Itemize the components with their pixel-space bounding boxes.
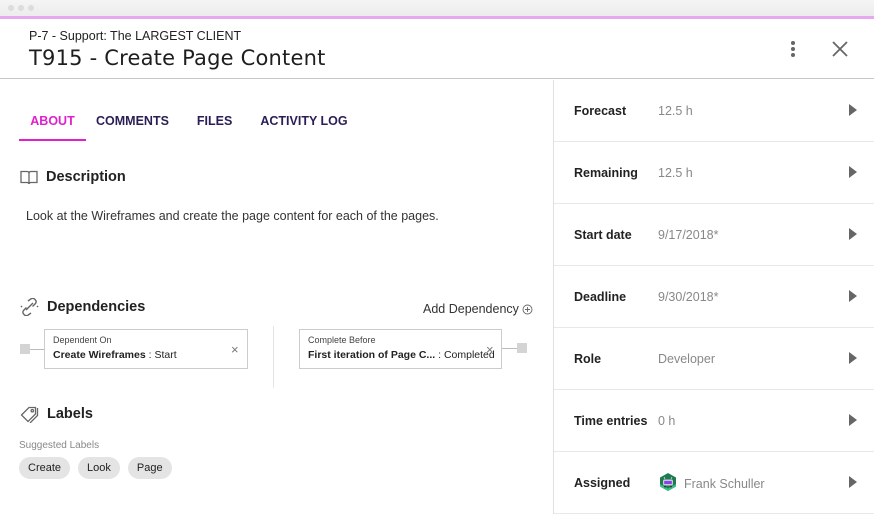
detail-value: 9/17/2018* [658, 228, 719, 242]
label-chip-look[interactable]: Look [78, 457, 120, 479]
play-arrow-icon[interactable] [849, 352, 857, 364]
detail-label: Start date [574, 228, 632, 242]
play-arrow-icon[interactable] [849, 476, 857, 488]
dependency-type: Complete Before [308, 335, 376, 345]
task-details-panel: Forecast 12.5 h Remaining 12.5 h Start d… [553, 80, 874, 514]
dependency-card-dependent-on[interactable]: Dependent On Create Wireframes : Start × [44, 329, 248, 369]
suggested-labels-list: Create Look Page [19, 457, 172, 479]
dependency-card-complete-before[interactable]: Complete Before First iteration of Page … [299, 329, 502, 369]
detail-row-deadline[interactable]: Deadline 9/30/2018* [554, 266, 874, 328]
play-arrow-icon[interactable] [849, 166, 857, 178]
tab-activity-log[interactable]: ACTIVITY LOG [260, 106, 347, 141]
dependency-connector-line [502, 348, 517, 349]
add-dependency-label: Add Dependency [423, 302, 519, 316]
detail-label: Time entries [574, 414, 648, 428]
dependency-status: : Start [148, 349, 177, 361]
detail-row-time-entries[interactable]: Time entries 0 h [554, 390, 874, 452]
detail-label: Assigned [574, 476, 631, 490]
detail-row-forecast[interactable]: Forecast 12.5 h [554, 80, 874, 142]
robot-avatar [660, 473, 676, 491]
description-title: Description [46, 169, 126, 185]
play-arrow-icon[interactable] [849, 414, 857, 426]
description-text[interactable]: Look at the Wireframes and create the pa… [26, 209, 439, 223]
window-minimize-dot[interactable] [18, 5, 24, 11]
dependency-value: Create Wireframes : Start [53, 349, 239, 361]
play-arrow-icon[interactable] [849, 104, 857, 116]
tab-bar: ABOUT COMMENTS FILES ACTIVITY LOG [19, 106, 348, 141]
window-maximize-dot[interactable] [28, 5, 34, 11]
labels-heading: Labels [20, 405, 93, 423]
detail-value: Developer [658, 352, 715, 366]
window-titlebar [0, 0, 874, 16]
tab-about[interactable]: ABOUT [19, 106, 86, 141]
detail-row-role[interactable]: Role Developer [554, 328, 874, 390]
project-breadcrumb[interactable]: P-7 - Support: The LARGEST CLIENT [29, 29, 241, 43]
tag-icon [20, 406, 39, 423]
detail-value: 12.5 h [658, 104, 693, 118]
link-icon [20, 298, 39, 316]
detail-row-assigned[interactable]: Assigned Frank Schuller [554, 452, 874, 514]
description-heading: Description [20, 169, 126, 185]
detail-label: Remaining [574, 166, 638, 180]
play-arrow-icon[interactable] [849, 228, 857, 240]
dependency-type: Dependent On [53, 335, 112, 345]
detail-row-remaining[interactable]: Remaining 12.5 h [554, 142, 874, 204]
detail-value: 0 h [658, 414, 676, 428]
task-header: P-7 - Support: The LARGEST CLIENT T915 -… [0, 19, 874, 79]
add-circle-icon [522, 304, 533, 314]
window-controls [8, 5, 34, 11]
dependency-task: First iteration of Page C... [308, 349, 436, 361]
remove-dependency-icon[interactable]: × [231, 342, 239, 357]
dependency-connector-line [30, 349, 44, 350]
dependency-task: Create Wireframes [53, 349, 146, 361]
detail-label: Deadline [574, 290, 627, 304]
detail-row-start-date[interactable]: Start date 9/17/2018* [554, 204, 874, 266]
dependency-value: First iteration of Page C... : Completed [308, 349, 495, 361]
detail-value: 9/30/2018* [658, 290, 719, 304]
more-vert-icon[interactable] [786, 39, 800, 59]
play-arrow-icon[interactable] [849, 290, 857, 302]
label-chip-create[interactable]: Create [19, 457, 71, 479]
dependency-connector-node [20, 344, 30, 354]
add-dependency-button[interactable]: Add Dependency [423, 302, 533, 316]
close-icon[interactable] [829, 38, 851, 60]
remove-dependency-icon[interactable]: × [486, 342, 494, 357]
dependency-connector-node [517, 343, 527, 353]
detail-label: Forecast [574, 104, 627, 118]
tab-files[interactable]: FILES [197, 106, 232, 141]
labels-title: Labels [47, 406, 93, 422]
task-main-panel: ABOUT COMMENTS FILES ACTIVITY LOG Descri… [0, 80, 553, 524]
suggested-labels-caption: Suggested Labels [19, 440, 100, 451]
detail-label: Role [574, 352, 602, 366]
detail-value: 12.5 h [658, 166, 693, 180]
assignee-name: Frank Schuller [684, 477, 765, 491]
book-icon [20, 170, 38, 184]
tab-comments[interactable]: COMMENTS [96, 106, 169, 141]
dependency-divider [273, 326, 274, 388]
label-chip-page[interactable]: Page [127, 457, 172, 479]
task-title: T915 - Create Page Content [29, 46, 326, 70]
dependencies-heading: Dependencies [20, 298, 145, 316]
assignee: Frank Schuller [658, 473, 765, 492]
dependencies-title: Dependencies [47, 299, 146, 315]
window-close-dot[interactable] [8, 5, 14, 11]
